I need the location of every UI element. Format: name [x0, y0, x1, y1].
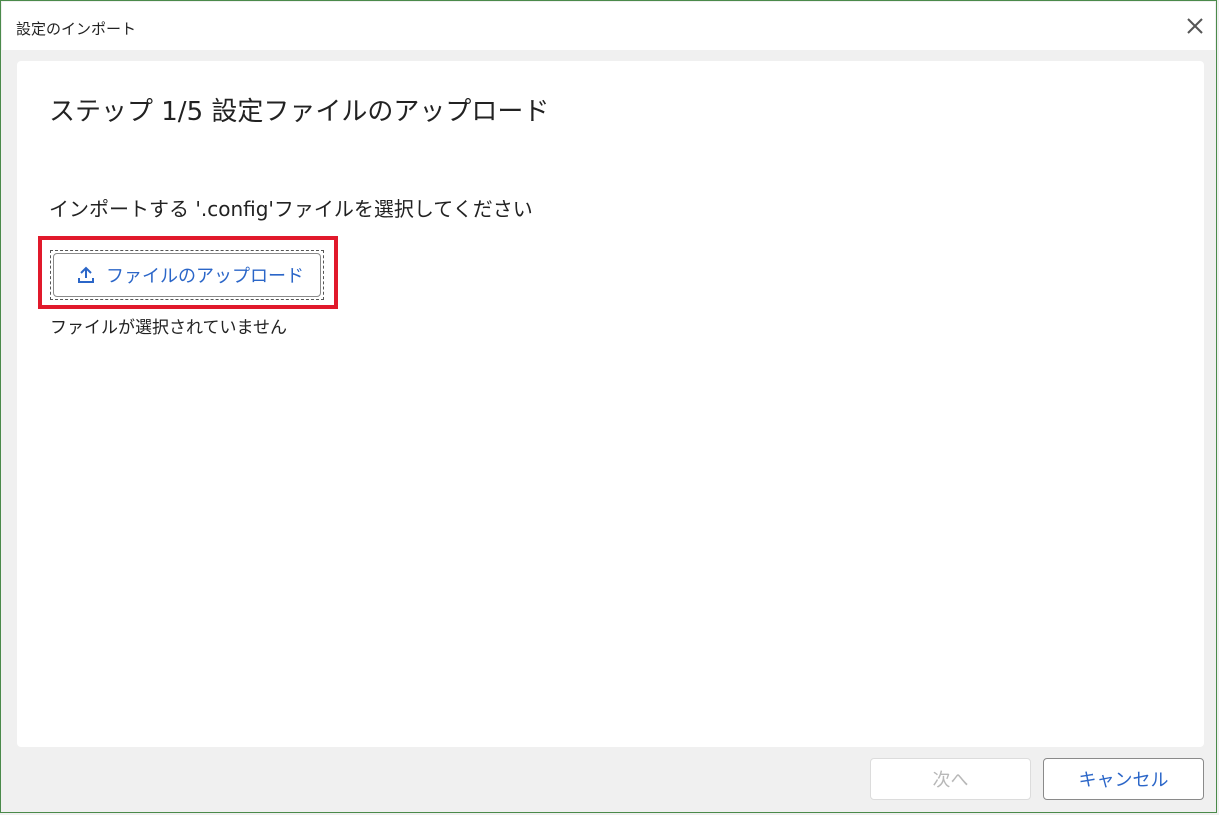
step-heading: ステップ 1/5 設定ファイルのアップロード: [49, 97, 550, 127]
no-file-status: ファイルが選択されていません: [50, 318, 287, 338]
dialog-title: 設定のインポート: [16, 20, 137, 38]
instruction-text: インポートする '.config'ファイルを選択してください: [49, 197, 533, 221]
upload-button-label: ファイルのアップロード: [106, 266, 304, 287]
cancel-button[interactable]: キャンセル: [1043, 758, 1204, 800]
dialog-titlebar: 設定のインポート: [2, 2, 1215, 50]
upload-file-button[interactable]: ファイルのアップロード: [53, 253, 321, 297]
close-icon[interactable]: [1183, 14, 1207, 38]
import-settings-dialog: 設定のインポート ステップ 1/5 設定ファイルのアップロード インポートする …: [0, 0, 1217, 813]
dialog-content: ステップ 1/5 設定ファイルのアップロード インポートする '.config'…: [17, 61, 1204, 747]
upload-icon: [76, 265, 96, 285]
next-button[interactable]: 次へ: [870, 758, 1031, 800]
